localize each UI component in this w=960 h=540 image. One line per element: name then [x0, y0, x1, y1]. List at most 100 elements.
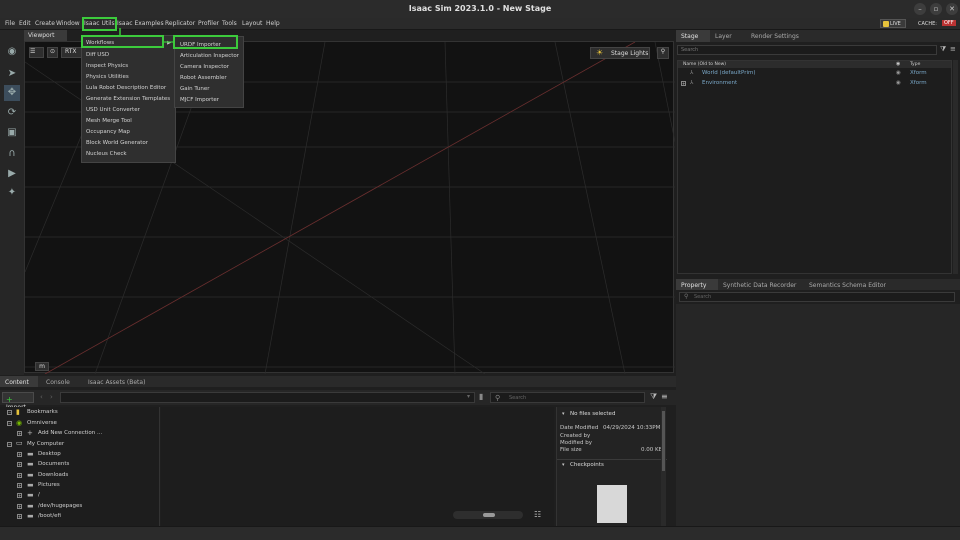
collapse-arrow-icon[interactable]: ▾ [562, 411, 565, 417]
maximize-button[interactable]: ▫ [930, 3, 942, 15]
forward-arrow-icon[interactable]: › [50, 393, 53, 401]
expand-icon[interactable]: + [17, 493, 22, 498]
path-input[interactable] [60, 392, 475, 403]
tree-item-documents[interactable]: Documents [38, 461, 69, 467]
collapse-icon[interactable]: − [7, 421, 12, 426]
menu-help[interactable]: Help [266, 20, 280, 27]
play-icon[interactable]: ▶ [4, 166, 20, 182]
collapse-icon[interactable]: − [7, 410, 12, 415]
menu-tools[interactable]: Tools [222, 20, 237, 27]
menu-window[interactable]: Window [56, 20, 80, 27]
collapse-icon[interactable]: − [7, 442, 12, 447]
expand-icon[interactable]: + [17, 462, 22, 467]
viewport-settings-button[interactable]: ☰ [29, 47, 44, 58]
render-mode-button[interactable]: RTX [61, 47, 83, 58]
select-mode-icon[interactable]: ◉ [4, 44, 20, 60]
expand-icon[interactable]: + [17, 473, 22, 478]
content-options-icon[interactable]: ≡ [661, 392, 668, 401]
tab-synthetic-data-recorder[interactable]: Synthetic Data Recorder [718, 279, 801, 290]
menu-item-diff-usd[interactable]: Diff USD [86, 52, 109, 58]
tree-item-pictures[interactable]: Pictures [38, 482, 60, 488]
menu-item-articulation-inspector[interactable]: Articulation Inspector [180, 53, 239, 59]
filter-icon[interactable]: ⧩ [940, 45, 948, 55]
menu-item-physics-utilities[interactable]: Physics Utilities [86, 74, 129, 80]
tab-render-settings[interactable]: Render Settings [746, 30, 804, 42]
content-search-input[interactable]: ⚲ Search [490, 392, 645, 403]
slider-handle[interactable] [483, 513, 495, 517]
menu-isaac-examples[interactable]: Isaac Examples [117, 20, 164, 27]
stage-lights-button[interactable]: ☀ Stage Lights [590, 47, 650, 59]
expand-icon[interactable]: + [17, 504, 22, 509]
menu-item-lula-robot-description-editor[interactable]: Lula Robot Description Editor [86, 85, 166, 91]
tree-item-my-computer[interactable]: My Computer [27, 441, 64, 447]
menu-item-camera-inspector[interactable]: Camera Inspector [180, 64, 229, 70]
rotate-tool-icon[interactable]: ⟳ [4, 105, 20, 121]
physics-tools-icon[interactable]: ✦ [4, 185, 20, 201]
tab-layer[interactable]: Layer [710, 30, 737, 42]
import-button[interactable]: + Import [2, 392, 34, 411]
menu-item-mesh-merge-tool[interactable]: Mesh Merge Tool [86, 118, 132, 124]
tab-isaac-assets[interactable]: Isaac Assets (Beta) [83, 376, 150, 387]
thumbnail-size-slider[interactable] [453, 511, 523, 519]
menu-item-occupancy-map[interactable]: Occupancy Map [86, 129, 130, 135]
tree-item-downloads[interactable]: Downloads [38, 472, 68, 478]
column-name-header[interactable]: Name (Old to New) [683, 62, 726, 67]
tree-item-boot-efi[interactable]: /boot/efi [38, 513, 61, 519]
tab-semantics-schema-editor[interactable]: Semantics Schema Editor [804, 279, 891, 290]
tree-item-omniverse[interactable]: Omniverse [27, 420, 57, 426]
menu-item-usd-unit-converter[interactable]: USD Unit Converter [86, 107, 140, 113]
visibility-eye-icon[interactable]: ◉ [896, 70, 901, 76]
expand-icon[interactable]: + [17, 483, 22, 488]
cache-status-badge[interactable]: OFF [942, 20, 956, 26]
tree-item-bookmarks[interactable]: Bookmarks [27, 409, 58, 415]
light-bulb-icon[interactable]: ⊙ [47, 47, 58, 58]
menu-create[interactable]: Create [35, 20, 55, 27]
tree-item-root[interactable]: / [38, 492, 40, 498]
bookmark-toggle-icon[interactable]: ▮ [479, 392, 483, 401]
back-arrow-icon[interactable]: ‹ [40, 393, 43, 401]
menu-item-nucleus-check[interactable]: Nucleus Check [86, 151, 127, 157]
tab-content[interactable]: Content [0, 376, 38, 387]
menu-layout[interactable]: Layout [242, 20, 262, 27]
expand-icon[interactable]: + [17, 431, 22, 436]
tab-console[interactable]: Console [41, 376, 75, 387]
camera-pin-icon[interactable]: ⚲ [657, 47, 669, 59]
filter-icon[interactable]: ⧩ [650, 392, 657, 402]
collapse-arrow-icon[interactable]: ▾ [562, 462, 565, 468]
menu-item-gain-tuner[interactable]: Gain Tuner [180, 86, 210, 92]
info-scrollbar[interactable] [661, 407, 666, 526]
expand-icon[interactable]: + [17, 452, 22, 457]
stage-options-icon[interactable]: ≡ [950, 45, 958, 55]
minimize-button[interactable]: – [914, 3, 926, 15]
tree-item-desktop[interactable]: Desktop [38, 451, 61, 457]
menu-item-robot-assembler[interactable]: Robot Assembler [180, 75, 227, 81]
menu-edit[interactable]: Edit [19, 20, 31, 27]
menu-item-block-world-generator[interactable]: Block World Generator [86, 140, 148, 146]
tree-item-add-connection[interactable]: Add New Connection ... [38, 430, 102, 436]
list-view-icon[interactable]: ☷ [534, 510, 541, 519]
scale-tool-icon[interactable]: ▣ [4, 125, 20, 141]
column-type-header[interactable]: Type [910, 62, 920, 67]
menu-item-inspect-physics[interactable]: Inspect Physics [86, 63, 128, 69]
live-toggle[interactable]: LIVE [880, 19, 906, 28]
tree-item-dev-hugepages[interactable]: /dev/hugepages [38, 503, 82, 509]
expand-icon[interactable]: + [681, 81, 686, 86]
snap-magnet-icon[interactable]: ∩ [4, 146, 20, 162]
file-grid[interactable]: ☷ [161, 407, 554, 526]
tree-row[interactable]: ⅄ World (defaultPrim) ◉ Xform [678, 69, 951, 78]
visibility-eye-icon[interactable]: ◉ [896, 80, 901, 86]
tab-stage[interactable]: Stage [676, 30, 710, 42]
menu-item-mjcf-importer[interactable]: MJCF Importer [180, 97, 219, 103]
menu-file[interactable]: File [5, 20, 15, 27]
stage-scrollbar[interactable] [953, 60, 958, 274]
property-search-input[interactable]: ⚲ Search [679, 292, 955, 302]
move-tool-icon[interactable]: ✥ [4, 85, 20, 101]
menu-item-generate-extension-templates[interactable]: Generate Extension Templates [86, 96, 170, 102]
stage-search-input[interactable]: Search [677, 45, 937, 55]
expand-icon[interactable]: + [17, 514, 22, 519]
tab-viewport[interactable]: Viewport [24, 30, 67, 41]
select-arrow-icon[interactable]: ➤ [4, 66, 20, 82]
scrollbar-thumb[interactable] [662, 411, 665, 471]
path-dropdown-icon[interactable]: ▾ [467, 393, 470, 400]
tab-property[interactable]: Property [676, 279, 718, 290]
